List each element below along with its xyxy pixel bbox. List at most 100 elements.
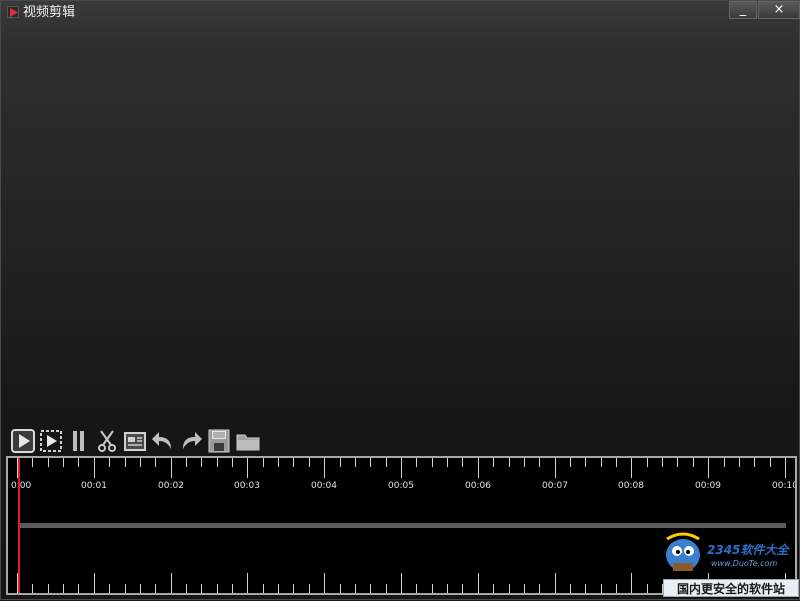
major-tick [631, 458, 632, 478]
minor-tick [585, 584, 586, 593]
mascot-logo-icon [666, 532, 700, 571]
undo-icon [152, 432, 171, 449]
minor-tick [432, 584, 433, 593]
minor-tick [263, 458, 264, 467]
time-label: 00:03 [234, 481, 260, 491]
redo-button[interactable] [179, 429, 205, 455]
minor-tick [662, 458, 663, 467]
major-tick [555, 458, 556, 478]
minor-tick [278, 458, 279, 467]
minor-tick [140, 584, 141, 593]
minor-tick [539, 458, 540, 467]
minor-tick [201, 458, 202, 467]
minor-tick [739, 458, 740, 467]
time-label: 00:10 [772, 481, 797, 491]
minor-tick [462, 584, 463, 593]
minor-tick [355, 458, 356, 467]
minor-tick [125, 458, 126, 467]
minor-tick [186, 584, 187, 593]
play-selection-button[interactable] [39, 429, 65, 455]
minor-tick [601, 458, 602, 467]
minor-tick [217, 584, 218, 593]
minor-tick [48, 584, 49, 593]
major-tick [401, 573, 402, 593]
minor-tick [125, 584, 126, 593]
major-tick [478, 573, 479, 593]
watermark-brand: 2345软件大全 [707, 543, 789, 557]
pause-button[interactable] [67, 429, 93, 455]
minor-tick [493, 458, 494, 467]
playhead[interactable] [18, 458, 20, 593]
timeline-ruler-top [8, 458, 795, 480]
minor-tick [601, 584, 602, 593]
major-tick [247, 573, 248, 593]
clip-preview-button[interactable] [123, 429, 149, 455]
minor-tick [616, 458, 617, 467]
minor-tick [677, 458, 678, 467]
minor-tick [616, 584, 617, 593]
time-label: 00:02 [158, 481, 184, 491]
time-label: 00:01 [81, 481, 107, 491]
minor-tick [109, 458, 110, 467]
major-tick [247, 458, 248, 478]
minor-tick [140, 458, 141, 467]
major-tick [324, 458, 325, 478]
minor-tick [340, 458, 341, 467]
minor-tick [309, 584, 310, 593]
video-preview-area [3, 25, 799, 429]
minor-tick [109, 584, 110, 593]
cut-button[interactable] [95, 429, 121, 455]
minor-tick [386, 584, 387, 593]
time-label: 00:04 [311, 481, 337, 491]
open-folder-button[interactable] [235, 429, 261, 455]
minor-tick [201, 584, 202, 593]
major-tick [94, 458, 95, 478]
pause-icon [73, 431, 84, 451]
redo-icon [183, 432, 202, 449]
minor-tick [232, 584, 233, 593]
play-icon [11, 429, 35, 453]
timeline-track[interactable] [20, 523, 786, 528]
minor-tick [647, 584, 648, 593]
minor-tick [447, 458, 448, 467]
minor-tick [754, 458, 755, 467]
major-tick [785, 458, 786, 478]
minor-tick [647, 458, 648, 467]
save-button[interactable] [207, 429, 233, 455]
minor-tick [539, 584, 540, 593]
time-label: 00:09 [695, 481, 721, 491]
toolbar [9, 429, 269, 455]
minor-tick [524, 584, 525, 593]
time-label: 0:00 [11, 481, 32, 491]
minor-tick [570, 584, 571, 593]
minor-tick [186, 458, 187, 467]
major-tick [478, 458, 479, 478]
minor-tick [432, 458, 433, 467]
window-title: 视频剪辑 [23, 5, 76, 20]
minor-tick [293, 584, 294, 593]
minor-tick [447, 584, 448, 593]
minor-tick [232, 458, 233, 467]
minor-tick [509, 584, 510, 593]
play-selection-icon [40, 430, 62, 452]
minor-tick [155, 584, 156, 593]
undo-button[interactable] [151, 429, 177, 455]
save-icon [208, 429, 230, 453]
minor-tick [340, 584, 341, 593]
minor-tick [770, 458, 771, 467]
minor-tick [355, 584, 356, 593]
minimize-button[interactable]: _ [729, 1, 757, 19]
app-window: 视频剪辑 _ × 0:00 00:01 00:02 00:03 00:04 00… [0, 0, 800, 600]
time-label: 00:05 [388, 481, 414, 491]
close-button[interactable]: × [758, 1, 800, 19]
minor-tick [570, 458, 571, 467]
minor-tick [78, 584, 79, 593]
play-button[interactable] [11, 429, 37, 455]
minor-tick [78, 458, 79, 467]
time-label: 00:07 [542, 481, 568, 491]
minor-tick [63, 584, 64, 593]
time-label: 00:06 [465, 481, 491, 491]
minor-tick [48, 458, 49, 467]
major-tick [708, 458, 709, 478]
title-bar[interactable]: 视频剪辑 _ × [1, 1, 800, 25]
